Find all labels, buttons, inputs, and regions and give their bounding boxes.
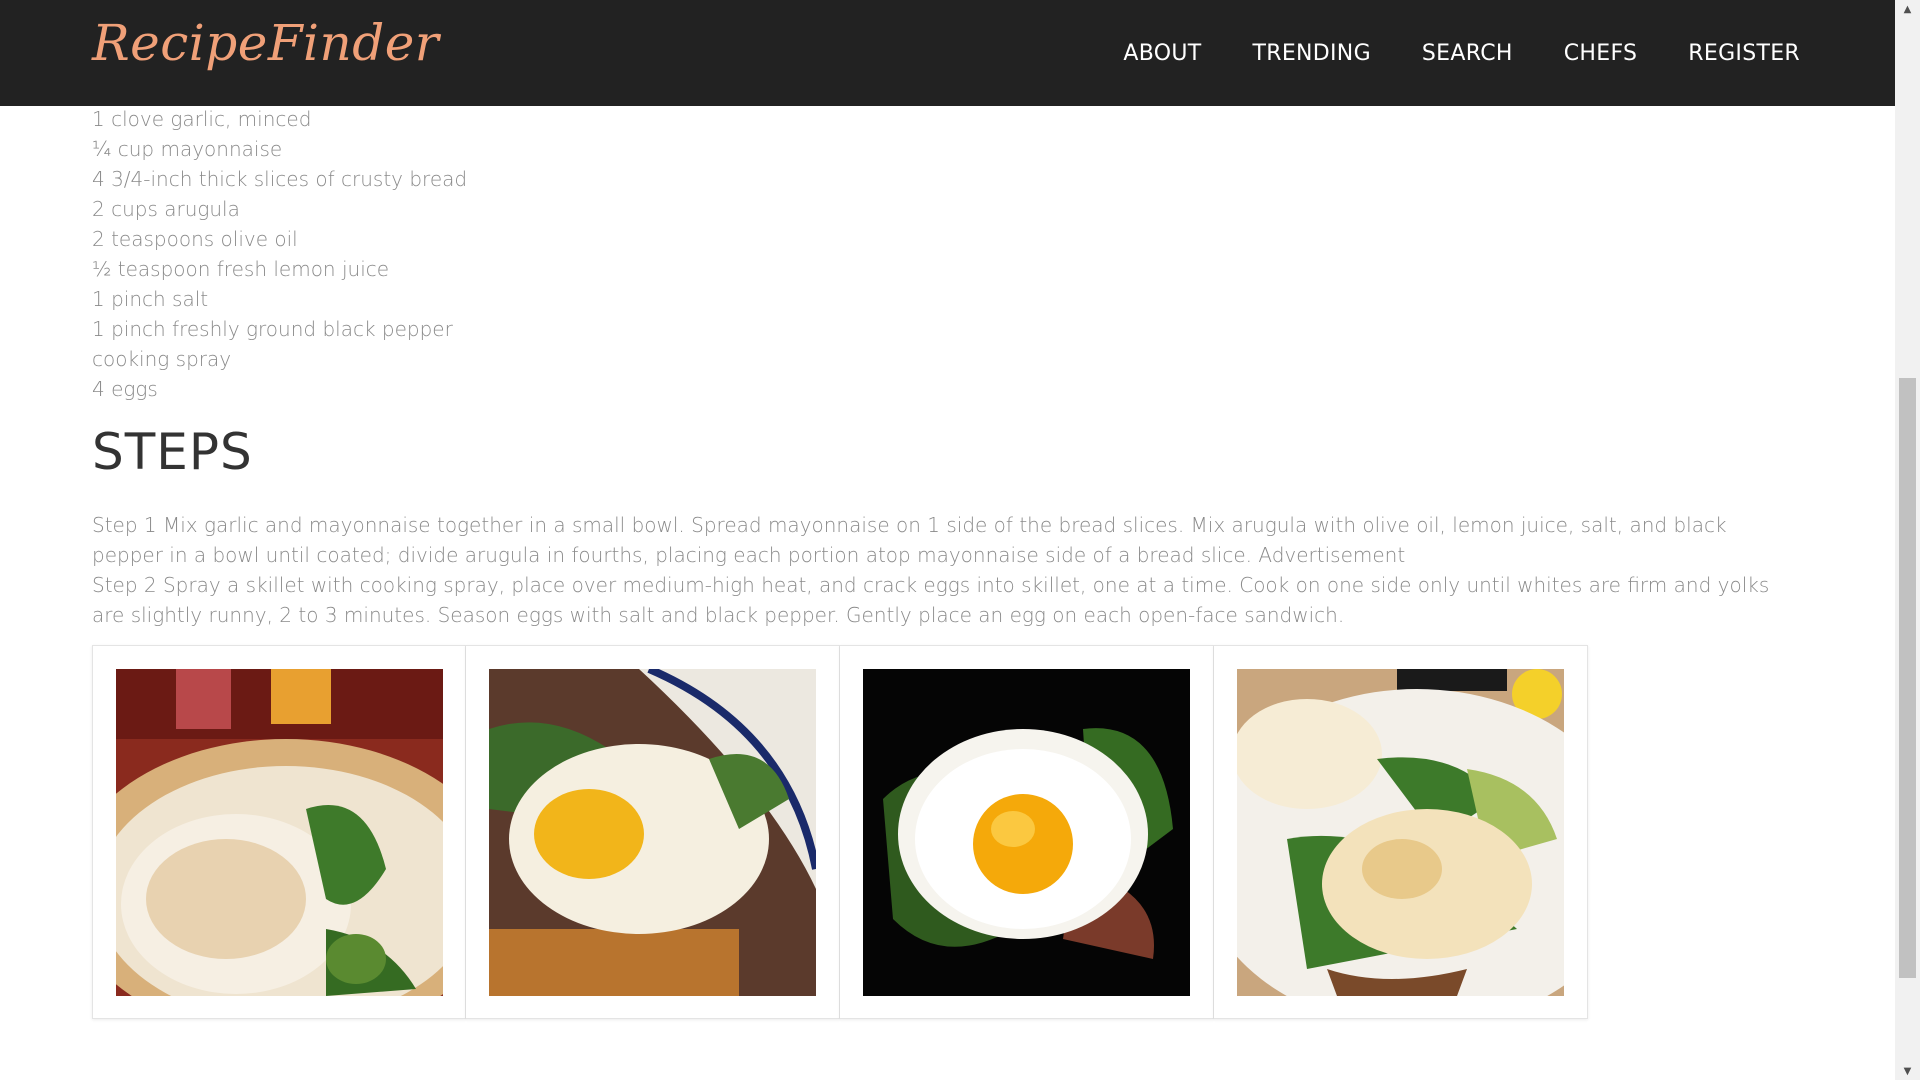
step-1-text: Step 1 Mix garlic and mayonnaise togethe… [92, 513, 1727, 567]
ingredient-item: 4 3/4-inch thick slices of crusty bread [92, 167, 468, 191]
site-logo[interactable]: RecipeFinder [92, 14, 439, 72]
ingredient-item: 4 eggs [92, 377, 158, 401]
ingredient-item: cooking spray [92, 347, 232, 371]
ingredient-item: 2 cups arugula [92, 197, 240, 221]
nav-about[interactable]: ABOUT [1123, 41, 1201, 66]
steps-section: Step 1 Mix garlic and mayonnaise togethe… [92, 510, 1792, 630]
main-nav: ABOUT TRENDING SEARCH CHEFS REGISTER [1123, 0, 1800, 106]
nav-register[interactable]: REGISTER [1688, 41, 1800, 66]
photo-gallery [92, 645, 1792, 1019]
nav-search[interactable]: SEARCH [1422, 41, 1513, 66]
gallery-thumb-2[interactable] [466, 645, 840, 1019]
ingredient-item: 1 pinch salt [92, 287, 209, 311]
recipe-photo-4[interactable] [1237, 668, 1564, 996]
up-arrow-icon[interactable]: ▲ [1895, 0, 1920, 18]
ingredient-item: 2 teaspoons olive oil [92, 227, 298, 251]
nav-chefs[interactable]: CHEFS [1564, 41, 1638, 66]
recipe-photo-1[interactable] [115, 668, 443, 996]
steps-heading: STEPS [92, 423, 253, 481]
page: RecipeFinder ABOUT TRENDING SEARCH CHEFS… [0, 0, 1920, 1080]
navbar: RecipeFinder ABOUT TRENDING SEARCH CHEFS… [0, 0, 1895, 106]
nav-trending[interactable]: TRENDING [1253, 41, 1371, 66]
ingredient-item: 1 clove garlic, minced [92, 107, 312, 131]
vertical-scrollbar[interactable]: ▲ ▼ [1895, 0, 1920, 1080]
gallery-thumb-4[interactable] [1214, 645, 1588, 1019]
ingredient-item: ½ teaspoon fresh lemon juice [92, 257, 390, 281]
recipe-content: 1 clove garlic, minced ¼ cup mayonnaise … [92, 104, 1792, 1019]
ingredient-item: 1 pinch freshly ground black pepper [92, 317, 453, 341]
step-2-text: Step 2 Spray a skillet with cooking spra… [92, 573, 1770, 627]
down-arrow-icon[interactable]: ▼ [1895, 1062, 1920, 1080]
gallery-thumb-1[interactable] [92, 645, 466, 1019]
ingredients-list: 1 clove garlic, minced ¼ cup mayonnaise … [92, 104, 1792, 404]
ingredient-item: ¼ cup mayonnaise [92, 137, 283, 161]
scrollbar-thumb[interactable] [1899, 378, 1916, 978]
recipe-photo-2[interactable] [489, 668, 816, 996]
recipe-photo-3[interactable] [863, 668, 1190, 996]
gallery-thumb-3[interactable] [840, 645, 1214, 1019]
